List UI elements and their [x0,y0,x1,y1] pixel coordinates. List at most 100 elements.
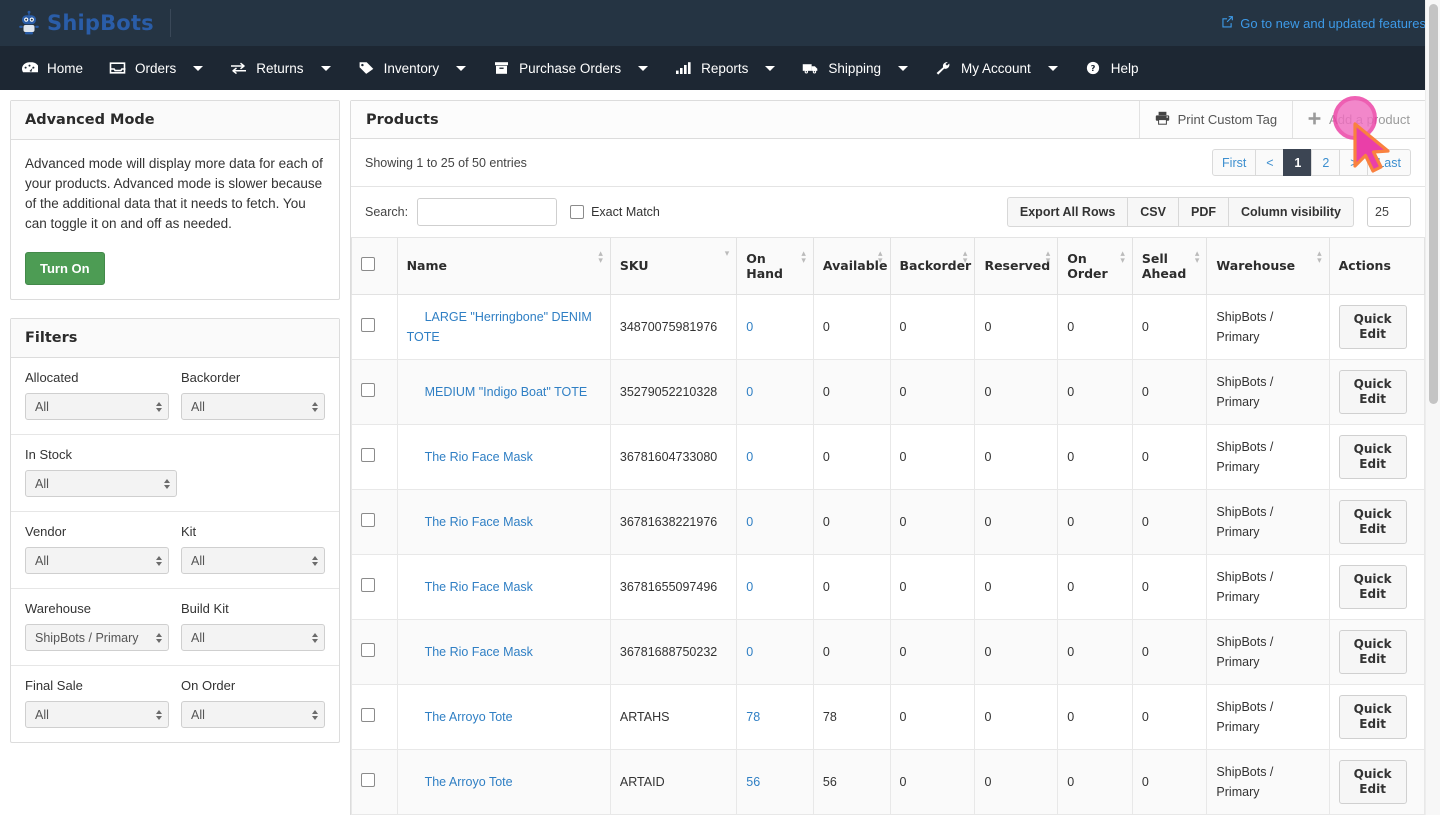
sort-desc-icon[interactable]: ▾ [725,250,730,259]
row-checkbox[interactable] [361,383,375,397]
column-header-on-order[interactable]: On Order ▴ ▾ [1057,238,1133,295]
filter-select-on-order[interactable]: All [181,701,325,728]
sort-icon[interactable]: ▴ ▾ [878,250,883,266]
export-all-rows-button[interactable]: Export All Rows [1006,197,1129,227]
nav-caret-orders[interactable] [189,46,217,90]
product-name-link[interactable]: The Rio Face Mask [425,645,533,659]
product-name-link[interactable]: LARGE "Herringbone" DENIM TOTE [407,310,592,344]
nav-item-help[interactable]: ? Help [1072,46,1152,90]
actions-cell: Quick Edit [1328,423,1426,490]
filter-select-warehouse[interactable]: ShipBots / Primary [25,624,169,651]
quick-edit-button[interactable]: Quick Edit [1338,369,1407,414]
warehouse-cell: ShipBots / Primary [1206,488,1330,555]
search-input[interactable] [417,198,558,226]
nav-item-orders[interactable]: Orders [96,46,189,90]
page-scrollbar[interactable] [1425,0,1440,815]
row-checkbox[interactable] [361,513,375,527]
nav-caret-shipping[interactable] [894,46,922,90]
nav-caret-purchase-orders[interactable] [634,46,662,90]
quick-edit-button[interactable]: Quick Edit [1338,304,1407,349]
on-hand-link[interactable]: 0 [746,515,753,529]
reserved-cell: 0 [974,423,1059,490]
product-name-link[interactable]: The Rio Face Mask [425,450,533,464]
quick-edit-button[interactable]: Quick Edit [1338,564,1407,609]
column-header-reserved[interactable]: Reserved ▴ ▾ [974,238,1059,295]
nav-item-inventory[interactable]: Inventory [345,46,453,90]
pagination-last[interactable]: Last [1367,149,1411,176]
new-features-link[interactable]: Go to new and updated features [1221,15,1426,31]
column-header-warehouse[interactable]: Warehouse ▴ ▾ [1206,238,1330,295]
on-hand-link[interactable]: 0 [746,450,753,464]
nav-item-home[interactable]: Home [8,46,96,90]
product-name-link[interactable]: MEDIUM "Indigo Boat" TOTE [425,385,588,399]
quick-edit-button[interactable]: Quick Edit [1338,434,1407,479]
column-visibility-button[interactable]: Column visibility [1227,197,1354,227]
filter-select-kit[interactable]: All [181,547,325,574]
csv-button[interactable]: CSV [1127,197,1179,227]
nav-item-shipping[interactable]: Shipping [789,46,894,90]
row-checkbox[interactable] [361,578,375,592]
sort-icon[interactable]: ▴ ▾ [1046,250,1051,266]
sort-icon[interactable]: ▴ ▾ [1317,250,1322,266]
turn-on-button[interactable]: Turn On [25,252,105,285]
exact-match-checkbox[interactable] [570,205,585,219]
column-header-on-hand[interactable]: On Hand ▴ ▾ [736,238,814,295]
on-hand-link[interactable]: 0 [746,320,753,334]
quick-edit-button[interactable]: Quick Edit [1338,629,1407,674]
column-header-available[interactable]: Available ▴ ▾ [812,238,891,295]
row-checkbox[interactable] [361,448,375,462]
row-checkbox[interactable] [361,773,375,787]
pagination-page-1[interactable]: 1 [1283,149,1313,176]
row-checkbox[interactable] [361,708,375,722]
on-hand-link[interactable]: 56 [746,775,760,789]
pagination-prev[interactable]: < [1255,149,1285,176]
pagination-next[interactable]: > [1339,149,1369,176]
filter-select-backorder[interactable]: All [181,393,325,420]
add-a-product-button[interactable]: Add a product [1292,101,1425,138]
filter-select-allocated[interactable]: All [25,393,169,420]
filter-select-in-stock[interactable]: All [25,470,177,497]
nav-caret-returns[interactable] [317,46,345,90]
page-length-select[interactable]: 25 [1367,197,1411,227]
nav-caret-reports[interactable] [761,46,789,90]
sort-icon[interactable]: ▴ ▾ [801,250,806,266]
column-header-name[interactable]: Name ▴ ▾ [396,238,611,295]
nav-item-my-account[interactable]: My Account [922,46,1044,90]
sort-icon[interactable]: ▴ ▾ [598,250,603,266]
pdf-button[interactable]: PDF [1177,197,1229,227]
sort-icon[interactable]: ▴ ▾ [963,250,968,266]
brand-logo[interactable]: ShipBots [18,10,154,36]
select-all-checkbox[interactable] [361,257,375,272]
sort-icon[interactable]: ▴ ▾ [1120,250,1125,266]
quick-edit-button[interactable]: Quick Edit [1338,759,1407,804]
filter-select-final-sale[interactable]: All [25,701,169,728]
filter-select-build-kit[interactable]: All [181,624,325,651]
nav-item-purchase-orders[interactable]: Purchase Orders [480,46,634,90]
column-header-sku[interactable]: SKU ▾ [609,238,738,295]
column-header-backorder[interactable]: Backorder ▴ ▾ [889,238,976,295]
nav-item-returns[interactable]: Returns [217,46,316,90]
row-checkbox[interactable] [361,643,375,657]
print-custom-tag-button[interactable]: Print Custom Tag [1138,101,1292,138]
scrollbar-thumb[interactable] [1429,4,1438,404]
nav-item-reports[interactable]: Reports [662,46,761,90]
sort-icon[interactable]: ▴ ▾ [1195,250,1200,266]
filter-select-vendor[interactable]: All [25,547,169,574]
product-name-link[interactable]: The Arroyo Tote [425,775,513,789]
on-hand-link[interactable]: 0 [746,580,753,594]
quick-edit-button[interactable]: Quick Edit [1338,499,1407,544]
product-name-link[interactable]: The Arroyo Tote [425,710,513,724]
product-name-link[interactable]: The Rio Face Mask [425,580,533,594]
on-hand-link[interactable]: 0 [746,645,753,659]
column-header-sell-ahead[interactable]: Sell Ahead ▴ ▾ [1131,238,1208,295]
on-hand-link[interactable]: 0 [746,385,753,399]
row-checkbox[interactable] [361,318,375,332]
pagination-first[interactable]: First [1212,149,1257,176]
on-hand-link[interactable]: 78 [746,710,760,724]
pagination-page-2[interactable]: 2 [1311,149,1341,176]
new-features-label[interactable]: Go to new and updated features [1240,16,1426,31]
quick-edit-button[interactable]: Quick Edit [1338,694,1407,739]
product-name-link[interactable]: The Rio Face Mask [425,515,533,529]
nav-caret-inventory[interactable] [452,46,480,90]
nav-caret-my-account[interactable] [1044,46,1072,90]
